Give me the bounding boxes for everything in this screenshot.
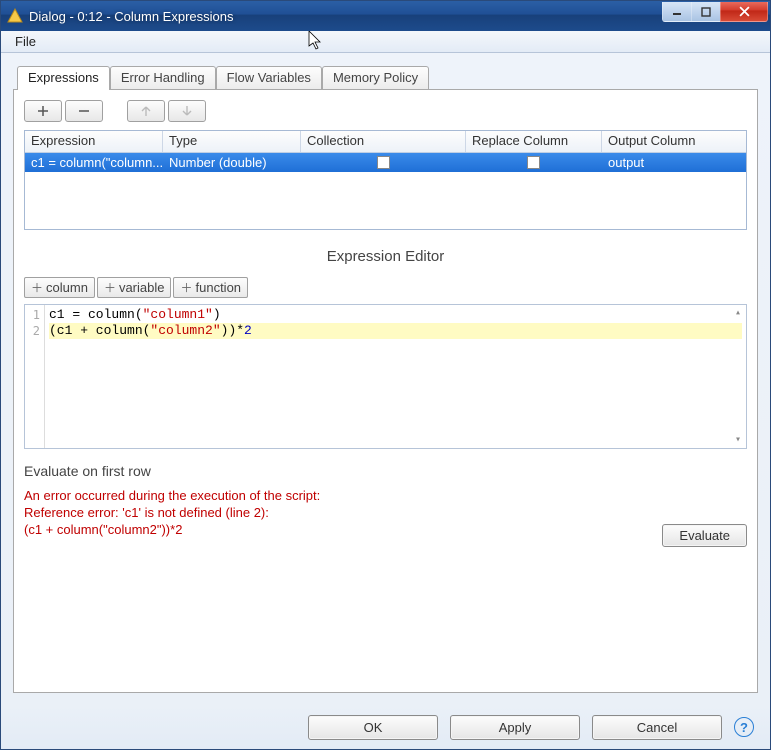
window-controls bbox=[663, 2, 768, 22]
menubar: File bbox=[1, 31, 770, 53]
add-expression-button[interactable] bbox=[24, 100, 62, 122]
error-line: Reference error: 'c1' is not defined (li… bbox=[24, 504, 642, 521]
tab-error-handling[interactable]: Error Handling bbox=[110, 66, 216, 89]
apply-button[interactable]: Apply bbox=[450, 715, 580, 740]
replace-column-checkbox[interactable] bbox=[527, 156, 540, 169]
window-title: Dialog - 0:12 - Column Expressions bbox=[29, 9, 663, 24]
collection-checkbox[interactable] bbox=[377, 156, 390, 169]
expression-toolbar bbox=[24, 100, 747, 122]
client-area: Expressions Error Handling Flow Variable… bbox=[1, 53, 770, 705]
dialog-window: Dialog - 0:12 - Column Expressions File … bbox=[0, 0, 771, 750]
tabpanel-expressions: Expression Type Collection Replace Colum… bbox=[13, 89, 758, 693]
tab-memory-policy[interactable]: Memory Policy bbox=[322, 66, 429, 89]
move-down-button[interactable] bbox=[168, 100, 206, 122]
tab-flow-variables[interactable]: Flow Variables bbox=[216, 66, 322, 89]
col-header-expression[interactable]: Expression bbox=[25, 131, 163, 152]
cell-collection[interactable] bbox=[301, 153, 466, 172]
evaluate-button[interactable]: Evaluate bbox=[662, 524, 747, 547]
table-row[interactable]: c1 = column("column... Number (double) o… bbox=[25, 153, 746, 172]
insert-column-label: column bbox=[46, 280, 88, 295]
insert-function-button[interactable]: ＋ function bbox=[173, 277, 248, 298]
titlebar[interactable]: Dialog - 0:12 - Column Expressions bbox=[1, 1, 770, 31]
minimize-button[interactable] bbox=[662, 2, 692, 22]
move-up-button[interactable] bbox=[127, 100, 165, 122]
insert-toolbar: ＋ column ＋ variable ＋ function bbox=[24, 277, 747, 298]
code-gutter: 12 bbox=[25, 305, 45, 448]
col-header-replace-column[interactable]: Replace Column bbox=[466, 131, 602, 152]
error-line: (c1 + column("column2"))*2 bbox=[24, 521, 642, 538]
cell-output-column[interactable]: output bbox=[602, 153, 746, 172]
table-header: Expression Type Collection Replace Colum… bbox=[25, 131, 746, 153]
close-button[interactable] bbox=[720, 2, 768, 22]
col-header-collection[interactable]: Collection bbox=[301, 131, 466, 152]
dialog-footer: OK Apply Cancel ? bbox=[1, 705, 770, 749]
expressions-table[interactable]: Expression Type Collection Replace Colum… bbox=[24, 130, 747, 230]
insert-variable-button[interactable]: ＋ variable bbox=[97, 277, 172, 298]
ok-button[interactable]: OK bbox=[308, 715, 438, 740]
app-icon bbox=[7, 8, 23, 24]
tab-expressions[interactable]: Expressions bbox=[17, 66, 110, 90]
tabstrip: Expressions Error Handling Flow Variable… bbox=[17, 65, 758, 89]
evaluate-row: An error occurred during the execution o… bbox=[24, 487, 747, 547]
plus-icon: ＋ bbox=[104, 279, 116, 296]
insert-variable-label: variable bbox=[119, 280, 165, 295]
table-body: c1 = column("column... Number (double) o… bbox=[25, 153, 746, 229]
cell-type[interactable]: Number (double) bbox=[163, 153, 301, 172]
expression-editor-title: Expression Editor bbox=[24, 248, 747, 265]
code-content[interactable]: c1 = column("column1") (c1 + column("col… bbox=[45, 305, 746, 448]
error-line: An error occurred during the execution o… bbox=[24, 487, 642, 504]
cell-expression[interactable]: c1 = column("column... bbox=[25, 153, 163, 172]
help-icon[interactable]: ? bbox=[734, 717, 754, 737]
maximize-button[interactable] bbox=[691, 2, 721, 22]
col-header-output-column[interactable]: Output Column bbox=[602, 131, 746, 152]
cancel-button[interactable]: Cancel bbox=[592, 715, 722, 740]
insert-function-label: function bbox=[196, 280, 242, 295]
plus-icon: ＋ bbox=[31, 279, 43, 296]
evaluate-label: Evaluate on first row bbox=[24, 463, 747, 479]
cell-replace-column[interactable] bbox=[466, 153, 602, 172]
scroll-down-icon[interactable]: ▾ bbox=[730, 432, 746, 448]
remove-expression-button[interactable] bbox=[65, 100, 103, 122]
plus-icon: ＋ bbox=[180, 279, 192, 296]
menu-file[interactable]: File bbox=[7, 32, 44, 51]
code-editor[interactable]: 12 c1 = column("column1") (c1 + column("… bbox=[24, 304, 747, 449]
error-output: An error occurred during the execution o… bbox=[24, 487, 642, 538]
col-header-type[interactable]: Type bbox=[163, 131, 301, 152]
scroll-up-icon[interactable]: ▴ bbox=[730, 305, 746, 321]
insert-column-button[interactable]: ＋ column bbox=[24, 277, 95, 298]
